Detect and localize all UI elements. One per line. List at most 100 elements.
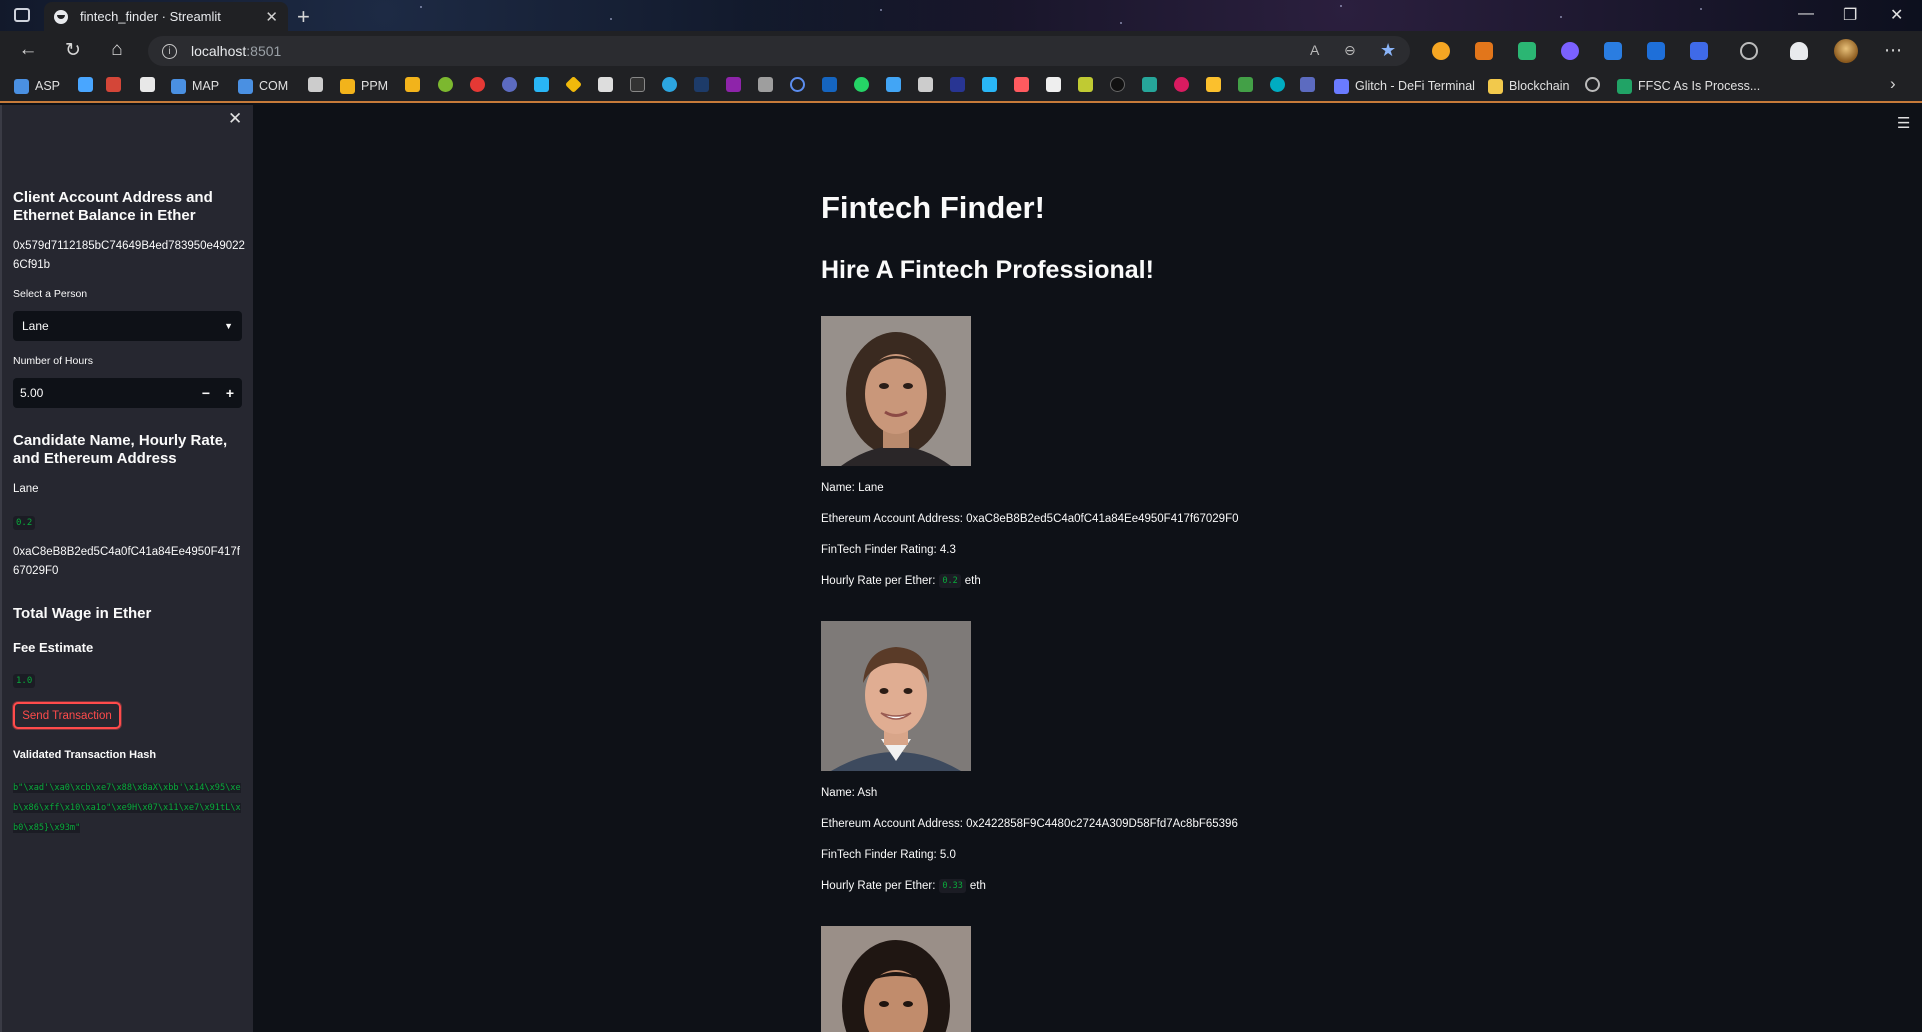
bookmark-icon[interactable] [502,77,517,92]
telegram-icon[interactable] [662,77,677,92]
extension-icon[interactable] [1647,42,1665,60]
close-window-button[interactable]: ✕ [1890,5,1903,25]
send-transaction-button[interactable]: Send Transaction [13,702,121,729]
hours-value[interactable]: 5.00 [13,386,194,400]
zoom-out-icon[interactable]: ⊖ [1344,42,1356,59]
page-title: Fintech Finder! [821,190,1045,225]
home-icon[interactable]: ⌂ [105,39,129,61]
person-select[interactable]: Lane ▼ [13,311,242,341]
fee-estimate-label: Fee Estimate [13,640,94,655]
background-star [1340,5,1342,7]
decrement-button[interactable]: − [194,385,218,401]
restore-button[interactable]: ❐ [1843,5,1857,25]
bookmark-icon[interactable] [1078,77,1093,92]
bookmark-icon[interactable] [1174,77,1189,92]
bookmark-icon[interactable] [1142,77,1157,92]
bookmark-icon[interactable] [1046,77,1061,92]
bookmark-icon[interactable] [790,77,805,92]
metamask-icon[interactable] [1475,42,1493,60]
bookmark-icon[interactable] [405,77,420,92]
bookmark-icon[interactable] [598,77,613,92]
candidate-address: Ethereum Account Address: 0x2422858F9C44… [821,818,1238,830]
more-bookmarks-icon[interactable]: › [1890,74,1896,94]
hours-number-input[interactable]: 5.00 − + [13,378,242,408]
address-bar[interactable]: i localhost:8501 [148,36,1410,66]
increment-button[interactable]: + [218,385,242,401]
bookmark-blockchain[interactable]: Blockchain [1488,76,1569,96]
bookmark-icon[interactable] [1585,77,1600,92]
url-port: :8501 [246,43,282,59]
hours-label: Number of Hours [13,355,93,367]
bookmark-icon[interactable] [534,77,549,92]
new-tab-button[interactable]: + [297,4,310,30]
candidate-photo [821,316,971,466]
extension-icon[interactable] [1690,42,1708,60]
sidebar-close-icon[interactable]: ✕ [228,109,242,129]
gmail-icon[interactable] [106,77,121,92]
candidate-name: Lane [13,483,39,495]
extension-icon[interactable] [1604,42,1622,60]
bookmark-icon[interactable] [308,77,323,92]
bookmark-icon[interactable] [1270,77,1285,92]
background-star [1700,8,1702,10]
bookmark-icon[interactable] [1014,77,1029,92]
site-info-icon[interactable]: i [162,43,177,59]
tab-actions-icon[interactable] [14,8,30,22]
bookmark-icon[interactable] [918,77,933,92]
extensions-puzzle-icon[interactable] [1740,42,1758,60]
more-options-icon[interactable]: ⋯ [1884,40,1902,61]
bookmark-icon[interactable] [1206,77,1221,92]
bookmark-icon[interactable] [438,77,453,92]
extension-icon[interactable] [1432,42,1450,60]
reload-icon[interactable]: ↻ [61,39,85,62]
bookmark-glitch[interactable]: Glitch - DeFi Terminal [1334,76,1475,96]
candidate-photo-image [821,316,971,466]
bookmark-icon[interactable] [694,77,709,92]
bookmark-icon[interactable] [886,77,901,92]
bookmark-icon[interactable] [950,77,965,92]
bookmark-icon[interactable] [726,77,741,92]
bookmark-icon[interactable] [1110,77,1125,92]
bookmark-icon[interactable] [78,77,93,92]
bookmark-icon[interactable] [758,77,773,92]
bookmark-icon[interactable] [822,77,837,92]
background-star [610,18,612,20]
bookmark-icon [340,78,355,94]
extension-icon[interactable] [1561,42,1579,60]
bookmark-icon[interactable] [982,77,997,92]
minimize-button[interactable]: — [1798,5,1814,23]
account-header: Client Account Address and Ethernet Bala… [13,189,213,224]
bookmark-label: PPM [361,79,389,93]
account-address: 0x579d7112185bC74649B4ed783950e490226Cf9… [13,240,245,271]
bookmark-label: MAP [192,79,220,93]
bookmark-icon[interactable] [1238,77,1253,92]
browser-title-bar [0,0,1922,31]
bookmark-ppm[interactable]: PPM [340,76,388,96]
person-select-value: Lane [22,319,49,333]
candidate-rating: FinTech Finder Rating: 5.0 [821,849,956,861]
candidate-photo [821,621,971,771]
folder-icon [1488,78,1503,94]
bookmark-icon[interactable] [1300,77,1315,92]
bookmark-icon[interactable] [470,77,485,92]
profile-avatar[interactable] [1834,39,1858,63]
bookmark-icon[interactable] [140,77,155,92]
tab-close-icon[interactable]: ✕ [265,8,278,26]
bookmark-asp[interactable]: ASP [14,76,60,96]
main-menu-icon[interactable]: ☰ [1897,114,1910,132]
bookmark-ffsc[interactable]: FFSC As Is Process... [1617,76,1760,96]
select-label: Select a Person [13,288,88,300]
favorite-star-icon[interactable]: ★ [1380,40,1396,61]
read-aloud-icon[interactable]: A [1310,42,1319,58]
browser-tab[interactable]: fintech_finder · Streamlit ✕ [44,2,288,31]
bookmark-com[interactable]: COM [238,76,288,96]
bookmark-label: ASP [35,79,61,93]
health-icon[interactable] [1790,42,1808,60]
candidate-header: Candidate Name, Hourly Rate, and Ethereu… [13,432,228,467]
bookmark-map[interactable]: MAP [171,76,219,96]
bookmark-icon[interactable] [630,77,645,92]
whatsapp-icon[interactable] [854,77,869,92]
page-subtitle: Hire A Fintech Professional! [821,256,1154,284]
extension-icon[interactable] [1518,42,1536,60]
back-icon[interactable]: ← [16,39,40,61]
